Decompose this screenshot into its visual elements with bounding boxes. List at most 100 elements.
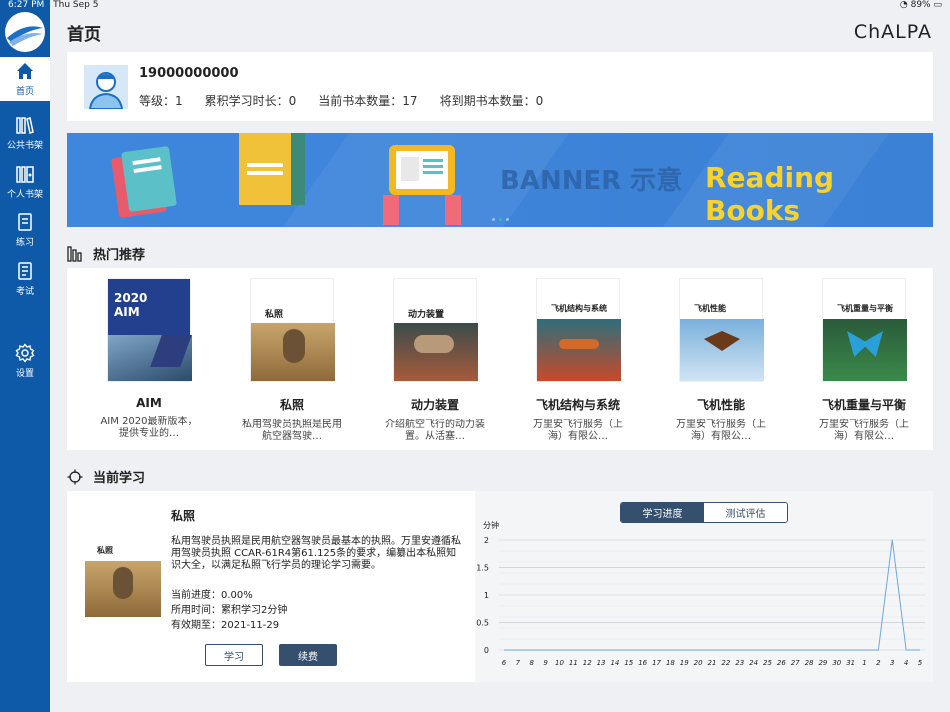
chart-x-tick: 4 [904,659,908,667]
chart-x-tick: 6 [502,659,507,667]
chart-x-tick: 9 [543,659,548,667]
target-icon [67,469,83,484]
chart-x-tick: 29 [818,659,827,667]
sidebar-item-practice[interactable]: 练习 [0,208,50,252]
current-progress: 当前进度：0.00% [171,590,253,601]
bookshelf-icon [16,117,34,134]
chart-x-tick: 17 [652,659,661,667]
current-heading: 当前学习 [67,467,145,486]
chart-y-tick: 2 [484,536,489,545]
cover-title: 2020 AIM [114,291,148,319]
recommend-heading-label: 热门推荐 [93,248,146,263]
sidebar-item-label: 公共书架 [6,141,43,151]
book-card[interactable]: 私照 私照 私用驾驶员执照是民用航空器驾驶… [232,278,352,443]
promo-banner[interactable]: BANNER 示意 Reading Books [67,133,933,227]
cover-title: 动力装置 [408,310,445,320]
current-book-cover[interactable]: 私照 [85,511,161,621]
banner-title: Reading Books [705,161,835,227]
chart-x-tick: 21 [708,659,717,667]
chart-x-tick: 5 [918,659,923,667]
study-progress-chart: 分钟00.511.526 7 8 9 10 11 12 13 14 15 16 17 18 19 20 21 2… [476,520,925,667]
status-battery: 89% [910,0,931,10]
cover-title: 私照 [97,546,113,555]
page-title: 首页 [67,25,101,45]
brand-logo: ChALPA [853,21,932,43]
app-logo [5,12,45,52]
user-phone: 19000000000 [139,66,239,81]
chart-x-tick: 18 [666,659,675,667]
chart-x-tick: 2 [876,659,881,667]
book-cover: 飞机性能 [679,278,764,382]
battery-icon: ▭ [933,0,942,10]
book-title: 动力装置 [410,398,459,412]
book-title: 私照 [279,398,304,412]
book-card[interactable]: 飞机性能 飞机性能 万里安飞行服务（上海）有限公… [661,278,781,443]
wifi-icon: ◔ [899,0,908,10]
current-expiry: 有效期至：2021-11-29 [171,620,280,631]
sidebar-item-label: 设置 [15,369,34,379]
book-desc: 万里安飞行服务（上海）有限公… [676,419,766,442]
status-left: 6:27 PM Thu Sep 5 [8,0,104,14]
book-card[interactable]: 飞机结构与系统 飞机结构与系统 万里安飞行服务（上海）有限公… [518,278,638,443]
practice-icon [18,213,32,231]
books-illustration-icon [111,146,177,218]
book-title: 飞机性能 [696,398,745,412]
book-desc: 万里安飞行服务（上海）有限公… [819,419,909,442]
exam-icon [18,262,32,280]
chart-x-tick: 26 [777,659,786,667]
sidebar-item-public-shelf[interactable]: 公共书架 [0,111,50,155]
chart-x-tick: 22 [721,659,730,667]
avatar [84,65,128,110]
book-cover: 飞机重量与平衡 [822,278,907,382]
chart-area: 学习进度 测试评估 分钟 0 0.5 1 1.5 2 6 7 8 9 10 11 12 13 14 15 16 1… [475,491,933,682]
yellow-book-icon [239,133,305,205]
expiring-books-stat: 将到期书本数量：0 [439,94,544,108]
book-desc: 介绍航空飞行的动力装置。从活塞… [385,419,485,442]
sidebar-item-exam[interactable]: 考试 [0,257,50,301]
book-title: 飞机重量与平衡 [821,398,906,412]
chart-x-tick: 28 [805,659,814,667]
sidebar-item-label: 练习 [15,238,34,248]
current-study-panel: 私照 私照 私用驾驶员执照是民用航空器驾驶员最基本的执照。万里安遵循私用驾驶员执… [67,491,933,682]
sidebar-item-settings[interactable]: 设置 [0,339,50,383]
chart-x-tick: 23 [735,659,744,667]
recommend-heading: 热门推荐 [67,244,145,263]
chart-x-tick: 31 [846,659,855,667]
level-stat: 等级：1 [139,94,183,108]
current-book-info: 私照 私照 私用驾驶员执照是民用航空器驾驶员最基本的执照。万里安遵循私用驾驶员执… [67,491,475,682]
book-card[interactable]: 动力装置 动力装置 介绍航空飞行的动力装置。从活塞… [375,278,495,443]
chart-y-tick: 0 [484,646,489,655]
cover-title: 飞机结构与系统 [551,304,607,313]
chart-y-tick: 1.5 [476,564,489,573]
book-title: AIM [136,396,162,410]
book-card[interactable]: 2020 AIM AIM AIM 2020最新版本，提供专业的… [89,278,209,440]
chart-x-tick: 1 [862,659,866,667]
chart-y-tick: 1 [484,591,489,600]
chart-x-tick: 8 [529,659,534,667]
chart-x-tick: 14 [610,659,619,667]
current-books-stat: 当前书本数量：17 [318,94,418,108]
sidebar-item-personal-shelf[interactable]: 个人书架 [0,160,50,204]
personal-shelf-icon [16,166,34,183]
chart-x-tick: 7 [516,659,521,667]
study-button[interactable]: 学习 [205,644,263,666]
current-book-title: 私照 [171,509,196,523]
sidebar-item-label: 考试 [15,287,34,297]
chart-x-tick: 13 [597,659,606,667]
gear-icon [15,343,35,363]
chart-x-tick: 19 [680,659,689,667]
chart-bars-icon [67,245,82,262]
book-desc: 私用驾驶员执照是民用航空器驾驶… [242,419,342,442]
sidebar-item-home[interactable]: 首页 [0,57,50,101]
book-cover: 飞机结构与系统 [536,278,621,382]
chart-x-tick: 16 [638,659,647,667]
renew-button[interactable]: 续费 [279,644,337,666]
cover-title: 飞机重量与平衡 [837,304,893,313]
banner-pagination[interactable] [492,218,509,221]
current-time-used: 所用时间：累积学习2分钟 [171,605,288,616]
cover-title: 私照 [265,310,284,320]
user-stats: 等级：1 累积学习时长：0 当前书本数量：17 将到期书本数量：0 [139,92,543,109]
chart-y-tick: 0.5 [476,619,489,628]
book-card[interactable]: 飞机重量与平衡 飞机重量与平衡 万里安飞行服务（上海）有限公… [804,278,924,443]
current-heading-label: 当前学习 [93,471,146,486]
